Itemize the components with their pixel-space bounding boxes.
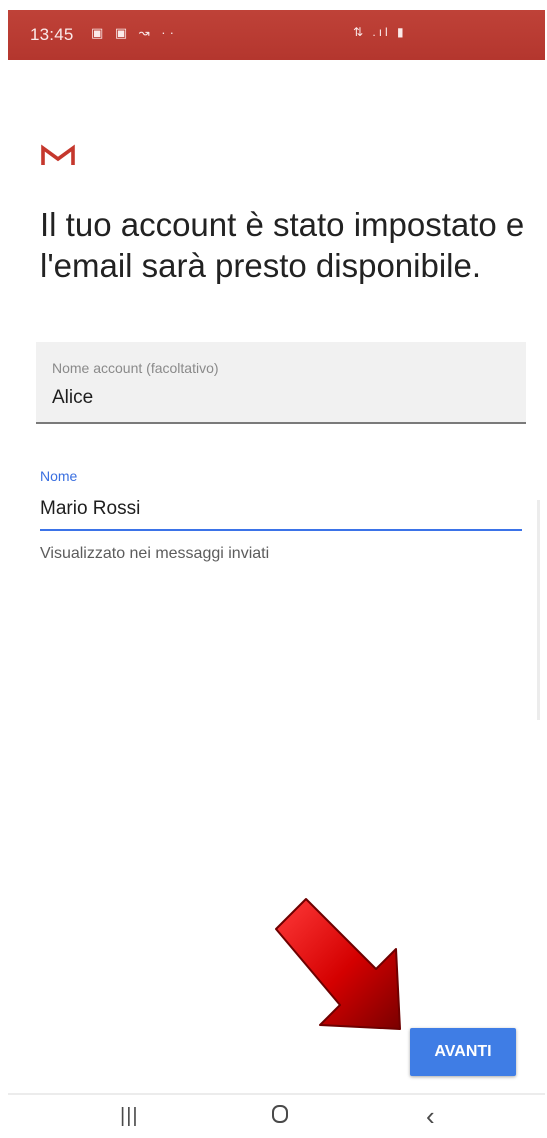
recents-icon[interactable]: ||| [120,1103,139,1129]
red-arrow-icon [275,898,401,1030]
name-input[interactable]: Mario Rossi [40,497,522,531]
account-name-label: Nome account (facoltativo) [52,360,219,376]
account-name-value[interactable]: Alice [52,387,93,409]
back-icon[interactable]: ‹ [426,1103,435,1129]
screen: 13:45 ▣ ▣ ↝ ·· ⇅ .ıl ▮ Il tuo account è … [0,0,547,1138]
signal-battery-icons: ⇅ .ıl ▮ [353,25,407,39]
account-name-field[interactable]: Nome account (facoltativo) Alice [36,342,526,424]
scrollbar [537,500,540,720]
next-button[interactable]: AVANTI [410,1028,516,1076]
page-title: Il tuo account è stato impostato e l'ema… [40,206,525,284]
name-helper-text: Visualizzato nei messaggi inviati [40,545,270,562]
notification-icons: ▣ ▣ ↝ ·· [91,25,178,40]
home-icon[interactable] [272,1105,288,1123]
status-bar: 13:45 ▣ ▣ ↝ ·· ⇅ .ıl ▮ [8,10,545,60]
navigation-bar: ||| ‹ [8,1095,545,1138]
gmail-m-icon [41,144,75,165]
name-label: Nome [40,468,78,484]
status-time: 13:45 [30,25,74,44]
